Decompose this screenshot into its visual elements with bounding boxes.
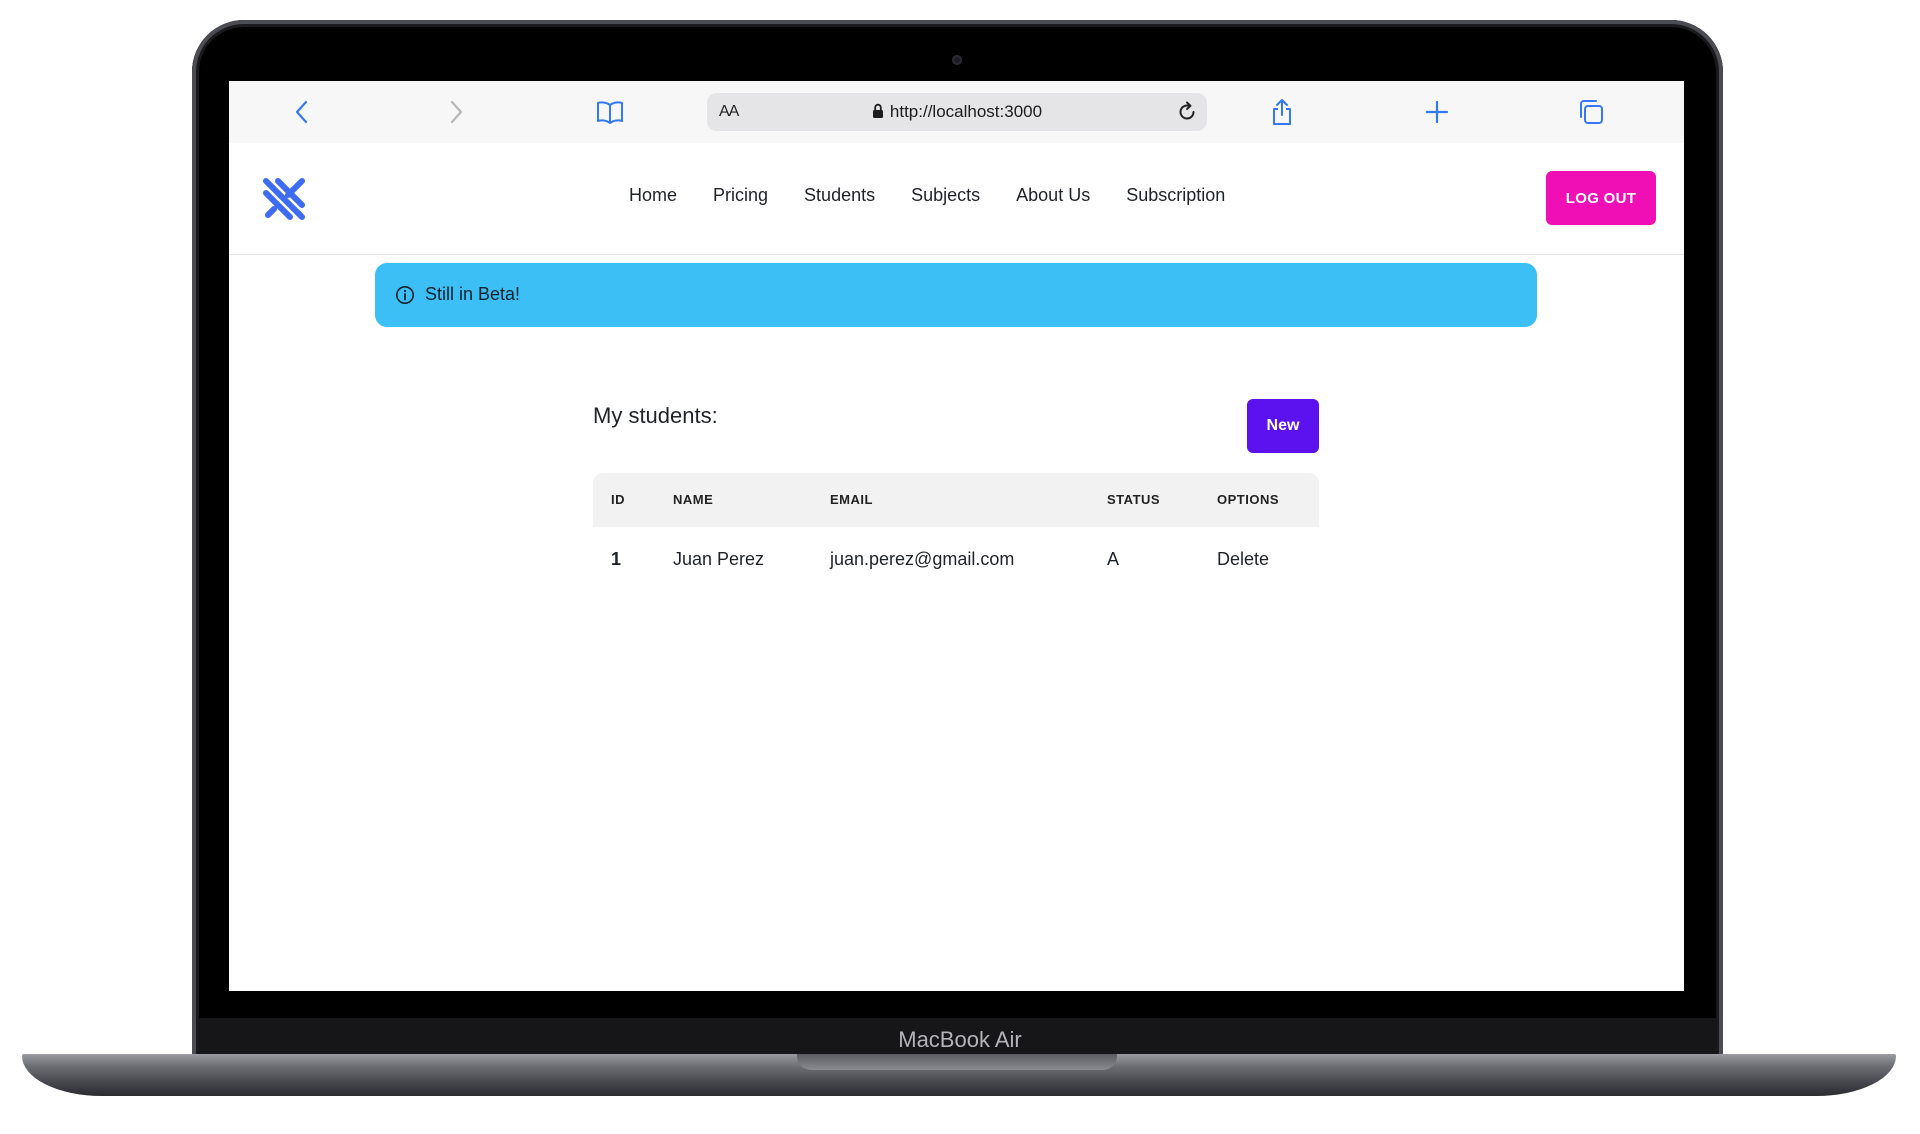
site-header: Home Pricing Students Subjects About Us … bbox=[229, 143, 1684, 255]
share-icon[interactable] bbox=[1267, 97, 1297, 127]
alert-text: Still in Beta! bbox=[425, 284, 521, 304]
cell-name: Juan Perez bbox=[673, 549, 765, 569]
url-text: http://localhost:3000 bbox=[889, 102, 1043, 121]
main-nav: Home Pricing Students Subjects About Us … bbox=[629, 185, 1261, 206]
brand-logo[interactable] bbox=[260, 175, 308, 223]
browser-toolbar: AA http://localhost:3000 bbox=[229, 81, 1684, 144]
column-header-email: EMAIL bbox=[830, 492, 873, 507]
table-header: ID NAME EMAIL STATUS OPTIONS bbox=[593, 473, 1319, 527]
column-header-status: STATUS bbox=[1107, 492, 1161, 507]
column-header-name: NAME bbox=[673, 492, 714, 507]
back-icon[interactable] bbox=[287, 97, 317, 127]
nav-students[interactable]: Students bbox=[804, 185, 875, 206]
column-header-options: OPTIONS bbox=[1217, 492, 1280, 507]
nav-pricing[interactable]: Pricing bbox=[713, 185, 768, 206]
new-student-button[interactable]: New bbox=[1247, 399, 1319, 453]
cell-status: A bbox=[1107, 549, 1120, 569]
new-tab-icon[interactable] bbox=[1422, 97, 1452, 127]
cell-email: juan.perez@gmail.com bbox=[830, 549, 1015, 569]
lock-icon bbox=[872, 103, 883, 118]
bookmarks-icon[interactable] bbox=[595, 97, 625, 127]
delete-student-link[interactable]: Delete bbox=[1217, 549, 1269, 570]
nav-subjects[interactable]: Subjects bbox=[911, 185, 980, 206]
info-icon bbox=[396, 286, 414, 304]
tabs-icon[interactable] bbox=[1576, 97, 1606, 127]
page-title: My students: bbox=[593, 403, 718, 428]
screen: AA http://localhost:3000 Home Pricing St… bbox=[229, 81, 1684, 991]
column-header-id: ID bbox=[611, 492, 625, 507]
beta-alert: Still in Beta! bbox=[375, 263, 1537, 327]
camera-dot bbox=[952, 55, 962, 65]
laptop-hinge-notch bbox=[797, 1054, 1117, 1070]
nav-subscription[interactable]: Subscription bbox=[1126, 185, 1225, 206]
reload-icon[interactable] bbox=[1175, 100, 1199, 124]
cell-id: 1 bbox=[611, 549, 622, 569]
address-bar[interactable]: AA http://localhost:3000 bbox=[707, 93, 1207, 131]
logout-button[interactable]: LOG OUT bbox=[1546, 171, 1656, 225]
table-row: 1 Juan Perez juan.perez@gmail.com A Dele… bbox=[593, 527, 1319, 591]
nav-home[interactable]: Home bbox=[629, 185, 677, 206]
forward-icon[interactable] bbox=[441, 97, 471, 127]
nav-about-us[interactable]: About Us bbox=[1016, 185, 1090, 206]
